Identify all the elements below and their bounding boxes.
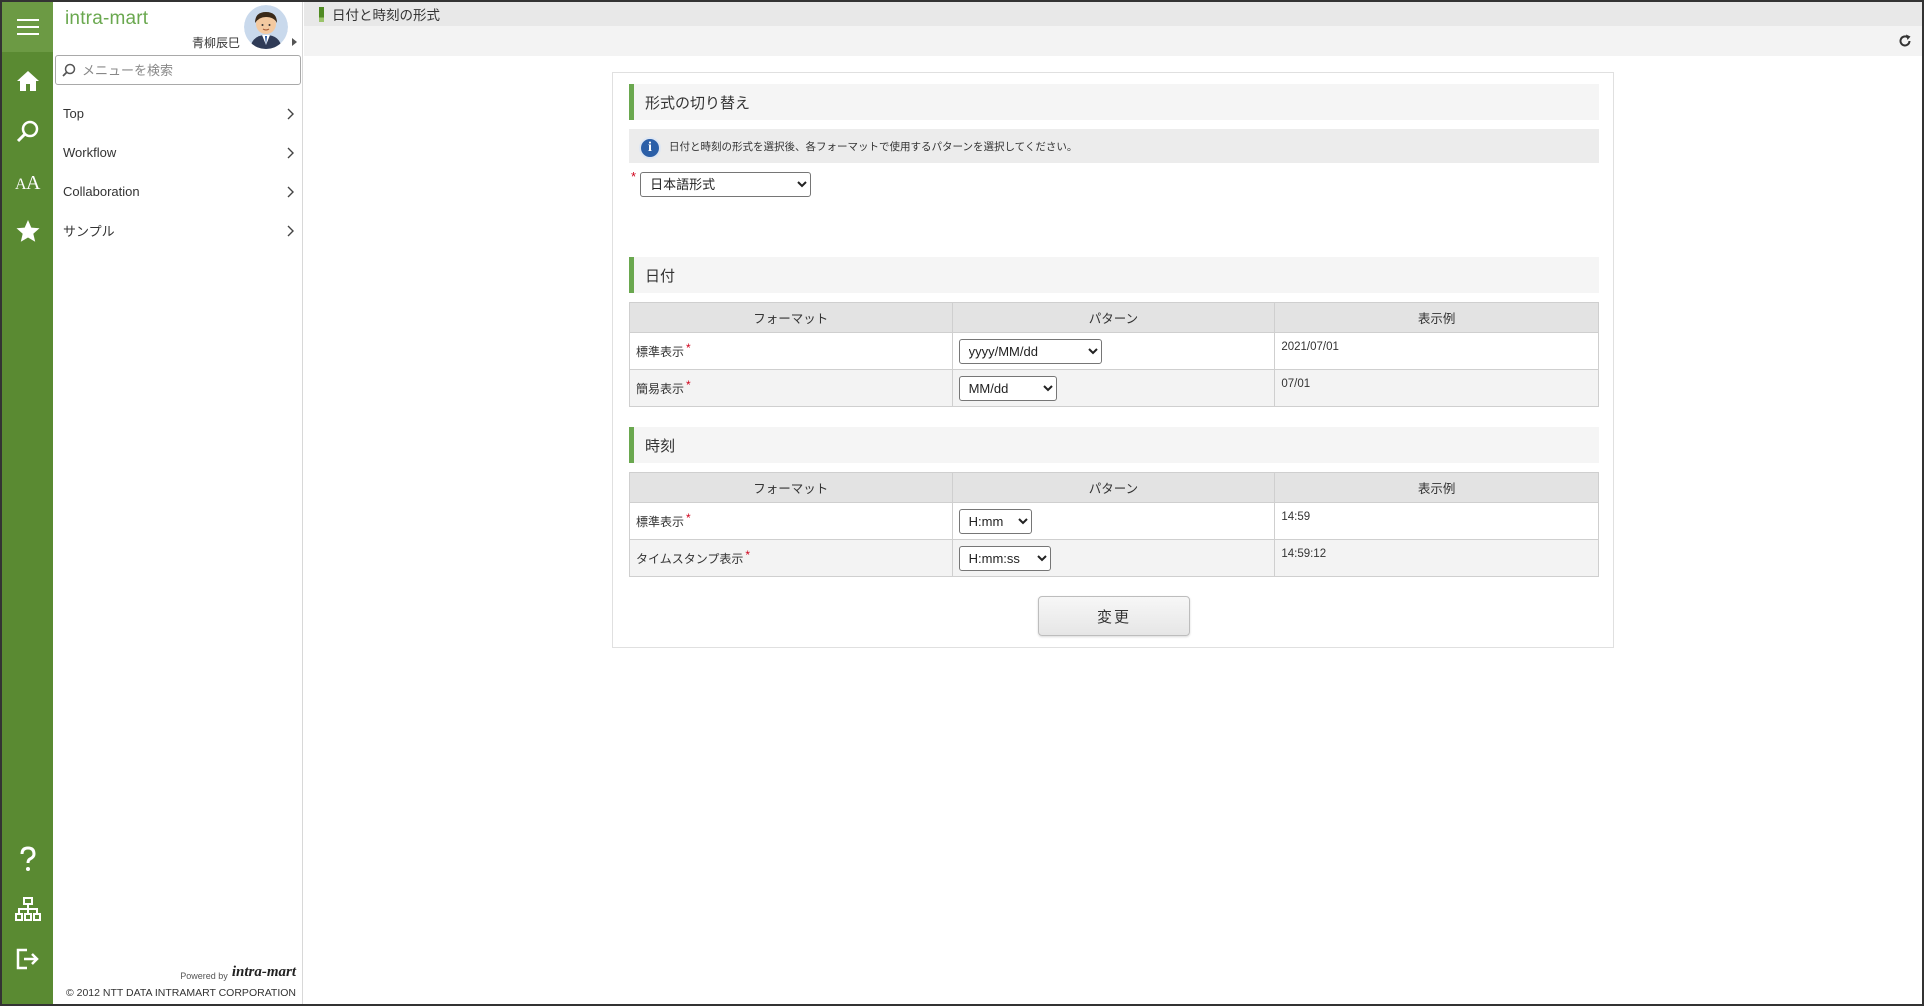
- required-mark: *: [745, 547, 751, 562]
- pattern-cell: H:mm: [951, 502, 1276, 540]
- pattern-cell: H:mm:ss: [951, 539, 1276, 577]
- page-title: 日付と時刻の形式: [332, 8, 440, 23]
- sidebar-item-top[interactable]: Top: [53, 94, 303, 133]
- info-message: i 日付と時刻の形式を選択後、各フォーマットで使用するパターンを選択してください…: [629, 129, 1599, 163]
- column-header-pattern: パターン: [951, 472, 1276, 503]
- title-marker: [319, 6, 324, 22]
- date-simple-pattern-select[interactable]: MM/dd: [958, 375, 1057, 401]
- chevron-right-icon: [287, 186, 294, 197]
- sidebar-item-collaboration[interactable]: Collaboration: [53, 172, 303, 211]
- settings-panel: 形式の切り替え i 日付と時刻の形式を選択後、各フォーマットで使用するパターンを…: [612, 72, 1614, 648]
- example-cell: 14:59: [1274, 502, 1599, 540]
- change-button[interactable]: 変更: [1038, 596, 1190, 636]
- format-cell: 簡易表示 *: [629, 369, 953, 407]
- column-header-format: フォーマット: [629, 302, 953, 333]
- time-standard-pattern-select[interactable]: H:mm: [958, 508, 1032, 534]
- sidebar: intra-mart 青柳辰巳 Top Workflow Coll: [53, 2, 303, 1004]
- info-text: 日付と時刻の形式を選択後、各フォーマットで使用するパターンを選択してください。: [669, 140, 1078, 153]
- section-title: 時刻: [645, 437, 676, 455]
- sidebar-item-sample[interactable]: サンプル: [53, 211, 303, 250]
- user-name[interactable]: 青柳辰巳: [192, 34, 240, 51]
- sidebar-item-label: Collaboration: [63, 184, 140, 199]
- date-standard-pattern-select[interactable]: yyyy/MM/dd: [958, 338, 1102, 364]
- format-switch-row: * 日本語形式: [631, 169, 812, 197]
- format-cell: タイムスタンプ表示 *: [629, 539, 953, 577]
- time-format-table: フォーマット パターン 表示例 標準表示 * H:mm 14:59 タイムスタンプ…: [629, 472, 1599, 577]
- format-label: 標準表示: [636, 344, 685, 359]
- star-icon[interactable]: [2, 206, 53, 256]
- icon-rail: AA: [2, 2, 53, 1004]
- refresh-icon[interactable]: [1896, 32, 1914, 50]
- format-cell: 標準表示 *: [629, 502, 953, 540]
- section-title: 形式の切り替え: [645, 94, 751, 112]
- date-format-table: フォーマット パターン 表示例 標準表示 * yyyy/MM/dd 2021/07…: [629, 302, 1599, 407]
- logout-icon[interactable]: [2, 934, 53, 984]
- example-cell: 07/01: [1274, 369, 1599, 407]
- powered-by: Powered by intra-mart: [180, 964, 296, 981]
- column-header-example: 表示例: [1274, 472, 1599, 503]
- time-section-header: 時刻: [629, 427, 1599, 463]
- home-icon[interactable]: [2, 56, 53, 106]
- avatar[interactable]: [244, 5, 288, 49]
- format-label: 標準表示: [636, 514, 685, 529]
- sidebar-item-label: Workflow: [63, 145, 117, 160]
- table-row: 標準表示 * yyyy/MM/dd 2021/07/01: [629, 332, 1599, 370]
- pattern-cell: yyyy/MM/dd: [951, 332, 1276, 370]
- required-mark: *: [686, 377, 691, 392]
- intra-mart-logo: intra-mart: [231, 964, 296, 980]
- sidebar-item-workflow[interactable]: Workflow: [53, 133, 303, 172]
- required-mark: *: [686, 510, 691, 525]
- menu-icon[interactable]: [2, 2, 53, 52]
- date-section-header: 日付: [629, 257, 1599, 293]
- example-cell: 14:59:12: [1274, 539, 1599, 577]
- menu-search-input[interactable]: [82, 62, 282, 78]
- required-mark: *: [631, 169, 637, 184]
- powered-by-label: Powered by: [180, 971, 228, 981]
- required-mark: *: [686, 340, 691, 355]
- table-row: 標準表示 * H:mm 14:59: [629, 502, 1599, 540]
- page-title-bar: 日付と時刻の形式: [304, 2, 1922, 26]
- sidebar-item-label: サンプル: [63, 224, 115, 239]
- user-menu-caret-icon[interactable]: [292, 38, 297, 46]
- column-header-pattern: パターン: [951, 302, 1276, 333]
- copyright: © 2012 NTT DATA INTRAMART CORPORATION: [65, 987, 296, 999]
- pattern-cell: MM/dd: [951, 369, 1276, 407]
- help-icon[interactable]: [2, 834, 53, 884]
- format-cell: 標準表示 *: [629, 332, 953, 370]
- brand-logo[interactable]: intra-mart: [65, 8, 148, 30]
- table-row: 簡易表示 * MM/dd 07/01: [629, 369, 1599, 407]
- sidebar-nav: Top Workflow Collaboration サンプル: [53, 94, 303, 250]
- format-label: 簡易表示: [636, 381, 685, 396]
- format-select[interactable]: 日本語形式: [640, 172, 812, 197]
- sidebar-item-label: Top: [63, 106, 84, 121]
- toolbar: [304, 26, 1922, 56]
- section-title: 日付: [645, 267, 676, 285]
- search-icon[interactable]: [2, 106, 53, 156]
- search-icon: [56, 63, 82, 77]
- svg-text:A: A: [26, 172, 41, 191]
- column-header-format: フォーマット: [629, 472, 953, 503]
- format-label: タイムスタンプ表示: [636, 551, 744, 566]
- example-cell: 2021/07/01: [1274, 332, 1599, 370]
- column-header-example: 表示例: [1274, 302, 1599, 333]
- menu-search-box[interactable]: [55, 55, 301, 85]
- table-row: タイムスタンプ表示 * H:mm:ss 14:59:12: [629, 539, 1599, 577]
- chevron-right-icon: [287, 147, 294, 158]
- chevron-right-icon: [287, 108, 294, 119]
- switch-section-header: 形式の切り替え: [629, 84, 1599, 120]
- timestamp-pattern-select[interactable]: H:mm:ss: [958, 545, 1051, 571]
- info-icon: i: [639, 137, 661, 159]
- sitemap-icon[interactable]: [2, 884, 53, 934]
- chevron-right-icon: [287, 225, 294, 236]
- font-size-icon[interactable]: AA: [2, 156, 53, 206]
